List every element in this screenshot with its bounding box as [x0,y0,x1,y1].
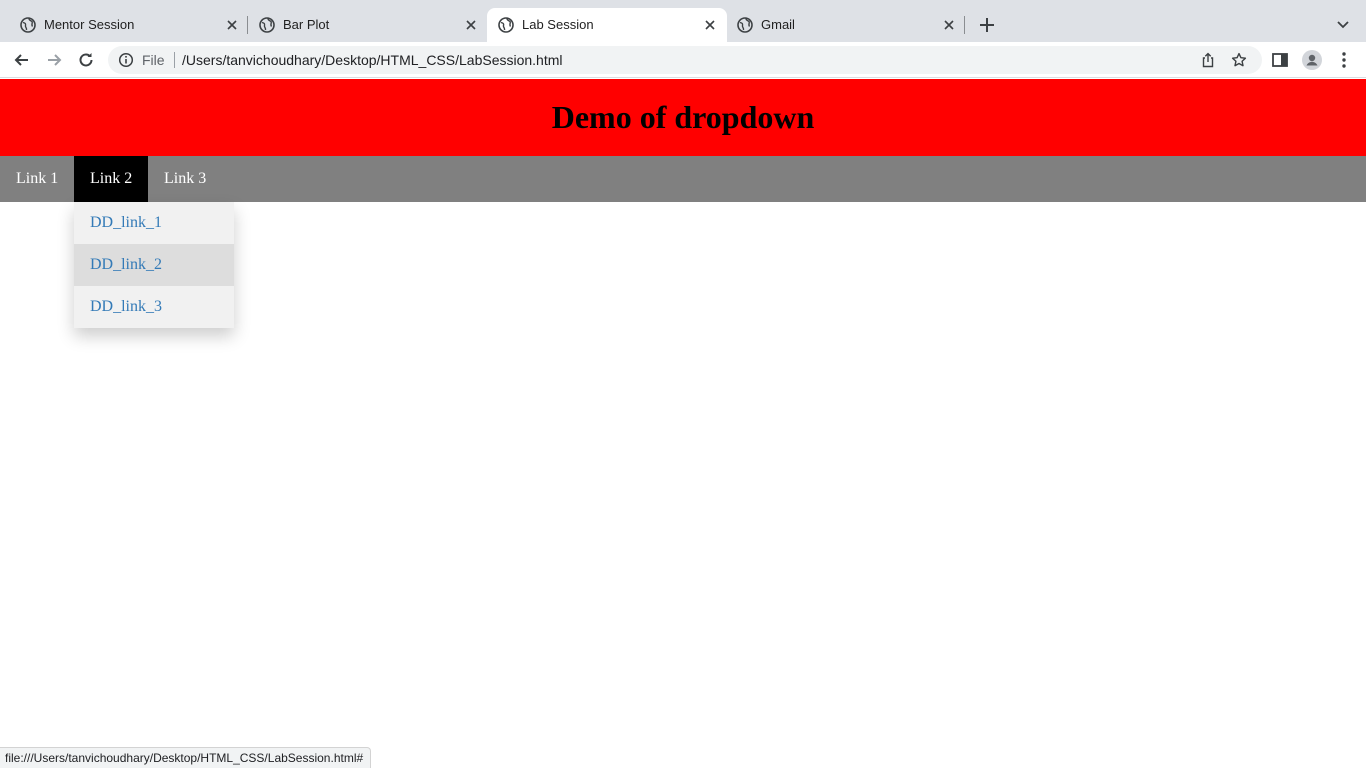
globe-icon [737,17,753,33]
dropdown-item-3[interactable]: DD_link_3 [74,286,234,328]
tab-strip: Mentor Session Bar Plot Lab Session Gmai… [0,0,1366,42]
more-menu-icon[interactable] [1334,50,1354,70]
browser-toolbar: File /Users/tanvichoudhary/Desktop/HTML_… [0,42,1366,78]
dropdown-item-1[interactable]: DD_link_1 [74,202,234,244]
forward-arrow-icon[interactable] [44,50,64,70]
tab-title: Lab Session [522,17,594,32]
close-icon[interactable] [941,17,957,33]
share-icon[interactable] [1200,52,1216,68]
dropdown-menu: DD_link_1 DD_link_2 DD_link_3 [74,202,234,328]
nav-link-3[interactable]: Link 3 [148,156,222,202]
status-bubble: file:///Users/tanvichoudhary/Desktop/HTM… [0,747,372,768]
page-viewport: Demo of dropdown Link 1 Link 2 Link 3 DD… [0,79,1366,768]
nav-link-1[interactable]: Link 1 [0,156,74,202]
info-icon[interactable] [118,52,134,68]
tab-title: Bar Plot [283,17,330,32]
chevron-down-icon[interactable] [1335,16,1351,32]
tab-lab-session[interactable]: Lab Session [487,8,727,42]
page-header: Demo of dropdown [0,79,1366,156]
tab-title: Mentor Session [44,17,135,32]
url-text[interactable]: /Users/tanvichoudhary/Desktop/HTML_CSS/L… [182,52,563,68]
bookmark-star-icon[interactable] [1231,52,1247,68]
globe-icon [498,17,514,33]
navbar: Link 1 Link 2 Link 3 [0,156,1366,202]
close-icon[interactable] [224,17,240,33]
tab-mentor-session[interactable]: Mentor Session [0,8,248,42]
close-icon[interactable] [702,17,718,33]
omnibox-divider [174,52,175,68]
address-bar[interactable]: File /Users/tanvichoudhary/Desktop/HTML_… [108,46,1262,74]
close-icon[interactable] [463,17,479,33]
new-tab-plus-icon[interactable] [977,15,997,35]
tab-gmail[interactable]: Gmail [727,8,965,42]
side-panel-icon[interactable] [1270,50,1290,70]
page-title: Demo of dropdown [551,99,815,135]
globe-icon [259,17,275,33]
tab-title: Gmail [761,17,795,32]
globe-icon [20,17,36,33]
scheme-label: File [142,52,165,68]
tab-separator [964,16,965,34]
profile-avatar-icon[interactable] [1302,50,1322,70]
back-arrow-icon[interactable] [12,50,32,70]
reload-icon[interactable] [76,50,96,70]
dropdown-item-2[interactable]: DD_link_2 [74,244,234,286]
nav-link-2[interactable]: Link 2 [74,156,149,202]
tab-bar-plot[interactable]: Bar Plot [248,8,487,42]
